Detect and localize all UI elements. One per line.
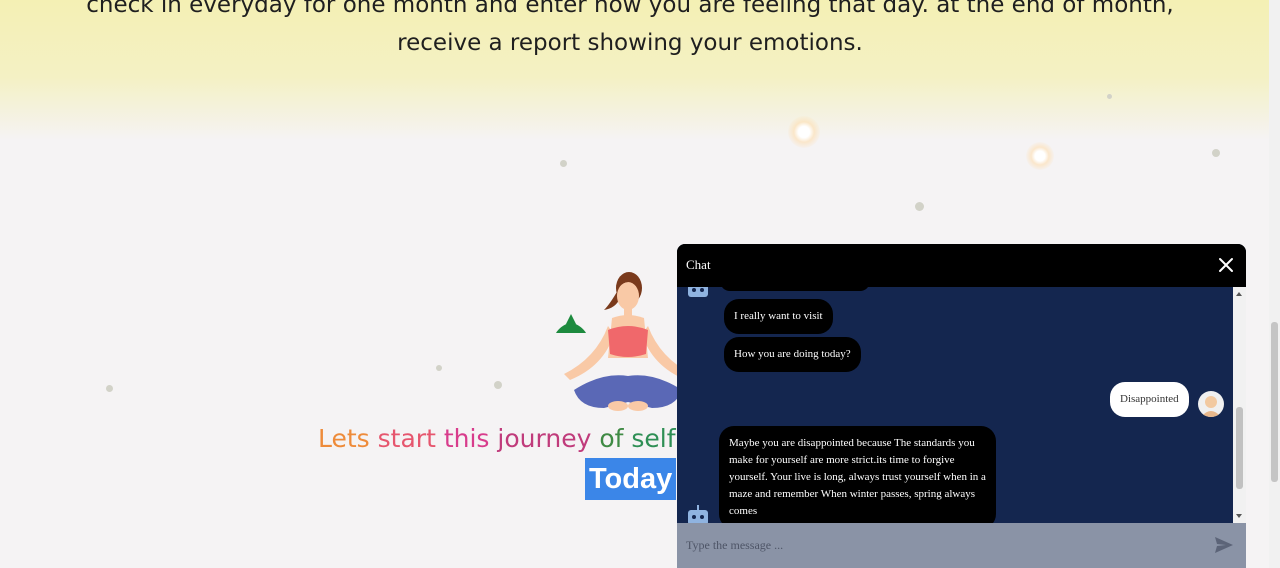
journey-word: Lets [318, 424, 370, 453]
scroll-down-icon[interactable] [1236, 514, 1242, 518]
hero-description: check in everyday for one month and ente… [60, 0, 1200, 62]
bot-message-text: I really want to visit [734, 310, 823, 322]
particle-dot [915, 202, 924, 211]
sparkle-glow [1026, 142, 1054, 170]
journey-heading: Lets start this journey of self de [318, 424, 715, 453]
journey-word: journey [497, 424, 592, 453]
journey-word: of [599, 424, 624, 453]
particle-dot [106, 385, 113, 392]
chat-scrollbar[interactable] [1233, 287, 1246, 523]
particle-dot [436, 365, 442, 371]
page-scrollbar-thumb[interactable] [1271, 322, 1278, 482]
bot-message: How you are doing today? [724, 337, 861, 372]
particle-dot [1107, 94, 1112, 99]
bot-message: I really want to visit [724, 299, 833, 334]
send-icon[interactable] [1214, 536, 1234, 554]
bot-avatar-icon [688, 287, 708, 297]
chat-title: Chat [686, 257, 711, 272]
journey-word: start [377, 424, 436, 453]
bot-avatar-icon [688, 505, 708, 523]
scroll-up-icon[interactable] [1236, 292, 1242, 296]
particle-dot [494, 381, 502, 389]
user-message-text: Disappointed [1120, 393, 1179, 405]
hero-line-1: check in everyday for one month and ente… [86, 0, 1174, 18]
chat-widget: Chat I really want to visit How you are … [677, 244, 1246, 568]
sparkle-glow [788, 116, 820, 148]
close-icon[interactable] [1216, 255, 1236, 275]
bot-message: Maybe you are disappointed because The s… [719, 426, 996, 523]
user-message: Disappointed [1110, 382, 1189, 417]
chat-scrollbar-thumb[interactable] [1236, 407, 1243, 489]
chat-input-bar [677, 523, 1246, 568]
chat-messages[interactable]: I really want to visit How you are doing… [677, 287, 1233, 523]
user-avatar-icon [1201, 396, 1221, 417]
hero-line-2: receive a report showing your emotions. [397, 30, 863, 56]
page-scrollbar[interactable] [1269, 0, 1280, 568]
user-avatar [1198, 391, 1224, 417]
particle-dot [560, 160, 567, 167]
journey-word: this [443, 424, 490, 453]
message-input[interactable] [677, 523, 1215, 568]
bot-message-text: How you are doing today? [734, 348, 851, 360]
particle-dot [1212, 149, 1220, 157]
chat-header: Chat [677, 244, 1246, 287]
message-bubble-partial [720, 287, 870, 291]
today-link[interactable]: Today [585, 458, 677, 500]
bot-message-text: Maybe you are disappointed because The s… [729, 437, 986, 517]
